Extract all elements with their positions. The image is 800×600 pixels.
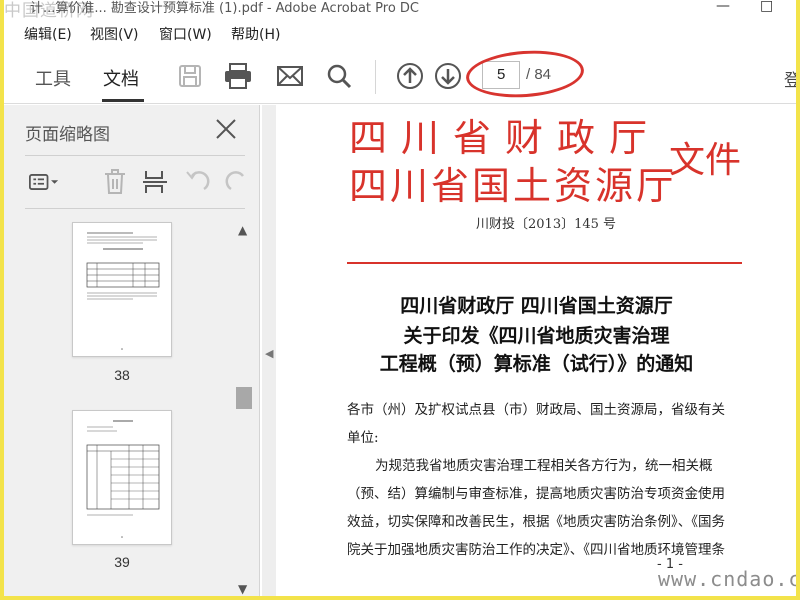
thumbnail-panel: 页面缩略图 38 39 ▲ ▼: [4, 105, 260, 596]
header-suffix: 文件: [669, 140, 742, 181]
document-number: 川财投〔2013〕145 号: [476, 217, 617, 232]
undo-icon[interactable]: [182, 168, 212, 196]
menu-bar: 编辑(E) 视图(V) 窗口(W) 帮助(H): [4, 22, 796, 46]
red-divider: [347, 262, 742, 264]
thumbnail-preview-38: [86, 232, 160, 350]
extract-icon[interactable]: [140, 168, 170, 196]
title-bar: 中国道桥网 计...算价准... 勘查设计预算标准 (1).pdf - Adob…: [4, 0, 796, 20]
chevron-left-icon[interactable]: ◀: [265, 347, 273, 360]
window-title: 计...算价准... 勘查设计预算标准 (1).pdf - Adobe Acro…: [30, 1, 420, 16]
chevron-up-icon[interactable]: ▲: [238, 223, 247, 237]
thumbnail-label-38: 38: [114, 367, 130, 383]
thumbnail-scrollbar[interactable]: ▲ ▼: [236, 223, 252, 596]
body-line-3: 为规范我省地质灾害治理工程相关各方行为，统一相关概: [375, 458, 713, 474]
page-thumbnail-39[interactable]: [72, 410, 172, 545]
thumbnail-preview-39: [86, 420, 160, 538]
search-icon[interactable]: [324, 61, 354, 91]
body-line-4: （预、结）算编制与审查标准，提高地质灾害防治专项资金使用: [347, 486, 725, 502]
heading-line-3: 工程概（预）算标准（试行）》的通知: [379, 353, 694, 375]
page-thumbnail-38[interactable]: [72, 222, 172, 357]
header-line-1: 四川省财政厅: [349, 116, 662, 160]
redo-icon[interactable]: [223, 168, 253, 196]
chevron-down-icon[interactable]: ▼: [238, 582, 247, 596]
acrobat-window: 中国道桥网 计...算价准... 勘查设计预算标准 (1).pdf - Adob…: [4, 0, 796, 596]
sign-in-link[interactable]: 登: [784, 66, 796, 91]
thumbnail-label-39: 39: [114, 554, 130, 570]
panel-divider: [25, 208, 245, 209]
save-icon[interactable]: [175, 61, 205, 91]
maximize-button[interactable]: □: [760, 0, 773, 14]
menu-view[interactable]: 视图(V): [90, 24, 139, 44]
header-line-2: 四川省国土资源厅: [349, 164, 678, 208]
delete-icon[interactable]: [100, 168, 130, 196]
annotation-oval: [464, 46, 586, 102]
menu-help[interactable]: 帮助(H): [231, 24, 280, 44]
menu-edit[interactable]: 编辑(E): [24, 24, 72, 44]
scrollbar-thumb[interactable]: [236, 387, 252, 409]
menu-window[interactable]: 窗口(W): [159, 24, 212, 44]
mail-icon[interactable]: [275, 61, 305, 91]
print-icon[interactable]: [223, 61, 253, 91]
heading-line-1: 四川省财政厅 四川省国土资源厅: [400, 295, 673, 317]
toolbar-divider: [375, 60, 376, 94]
tab-tools[interactable]: 工具: [35, 65, 71, 91]
document-view: 四川省财政厅 四川省国土资源厅 文件 川财投〔2013〕145 号 四川省财政厅…: [277, 105, 796, 596]
body-line-1: 各市（州）及扩权试点县（市）财政局、国土资源局，省级有关: [347, 402, 725, 418]
close-icon[interactable]: [214, 117, 238, 141]
thumbnail-options-icon[interactable]: [29, 168, 59, 196]
minimize-button[interactable]: —: [716, 0, 730, 14]
heading-line-2: 关于印发《四川省地质灾害治理: [403, 325, 670, 347]
page-up-icon[interactable]: [395, 61, 425, 91]
site-watermark: www.cndao.com: [658, 567, 796, 591]
body-line-5: 效益，切实保障和改善民生，根据《地质灾害防治条例》、《国务: [347, 514, 725, 530]
panel-collapse-handle[interactable]: ◀: [262, 105, 276, 596]
panel-divider: [25, 155, 245, 156]
body-line-2: 单位:: [347, 430, 379, 446]
panel-title: 页面缩略图: [25, 125, 110, 145]
active-tab-indicator: [102, 99, 144, 102]
tab-document[interactable]: 文档: [103, 65, 139, 91]
toolbar: 工具 文档 5 / 84 登: [4, 46, 796, 104]
page-down-icon[interactable]: [433, 61, 463, 91]
